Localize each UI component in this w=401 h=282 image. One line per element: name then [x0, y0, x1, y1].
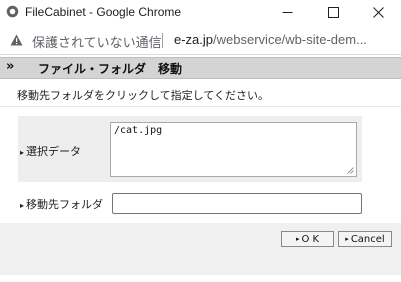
bullet-icon: ▸	[20, 148, 25, 157]
dialog-title: ファイル・フォルダ 移動	[38, 62, 183, 76]
close-icon	[372, 7, 384, 18]
bullet-icon: ▸	[20, 201, 25, 210]
url-text[interactable]: e-za.jp/webservice/wb-site-dem...	[174, 32, 396, 47]
ok-button-label: O K	[301, 233, 320, 245]
selected-data-label: ▸ 選択データ	[20, 143, 81, 159]
ok-button[interactable]: ▸ O K	[281, 231, 334, 247]
dialog-footer: ▸ O K ▸ Cancel	[0, 223, 401, 275]
maximize-icon	[327, 7, 339, 18]
destination-folder-label-text: 移動先フォルダ	[26, 198, 104, 211]
selected-data-textarea[interactable]: /cat.jpg	[110, 122, 357, 177]
resize-handle-icon[interactable]	[347, 167, 354, 174]
form-area: ▸ 選択データ /cat.jpg ▸ 移動先フォルダ	[0, 108, 401, 223]
app-icon	[6, 5, 19, 18]
instruction-bar: 移動先フォルダをクリックして指定してください。	[0, 80, 401, 107]
ok-arrow-icon: ▸	[295, 235, 300, 243]
cancel-button[interactable]: ▸ Cancel	[338, 231, 392, 247]
instruction-text: 移動先フォルダをクリックして指定してください。	[17, 89, 270, 102]
dialog-header: » ファイル・フォルダ 移動	[0, 57, 401, 79]
double-chevron-icon: »	[6, 59, 15, 74]
selected-data-label-text: 選択データ	[26, 145, 82, 158]
address-bar[interactable]: 保護されていない通信 e-za.jp/webservice/wb-site-de…	[0, 25, 401, 55]
minimize-button[interactable]	[264, 0, 310, 25]
selected-data-row: ▸ 選択データ /cat.jpg	[18, 116, 362, 182]
not-secure-label[interactable]: 保護されていない通信	[32, 32, 162, 51]
address-divider	[162, 33, 163, 48]
selected-data-value: /cat.jpg	[114, 125, 163, 136]
destination-folder-label: ▸ 移動先フォルダ	[20, 196, 103, 212]
close-button[interactable]	[355, 0, 401, 25]
url-host: e-za.jp	[174, 32, 214, 47]
cancel-button-label: Cancel	[350, 233, 385, 245]
cancel-arrow-icon: ▸	[345, 235, 349, 243]
minimize-icon	[282, 12, 292, 13]
warning-icon[interactable]	[10, 34, 23, 46]
maximize-button[interactable]	[310, 0, 356, 25]
url-path: /webservice/wb-site-dem...	[213, 32, 367, 47]
window-title: FileCabinet - Google Chrome	[25, 5, 182, 19]
window-titlebar: FileCabinet - Google Chrome	[0, 0, 401, 25]
destination-folder-input[interactable]	[112, 193, 362, 214]
page-bottom-strip	[0, 275, 401, 282]
